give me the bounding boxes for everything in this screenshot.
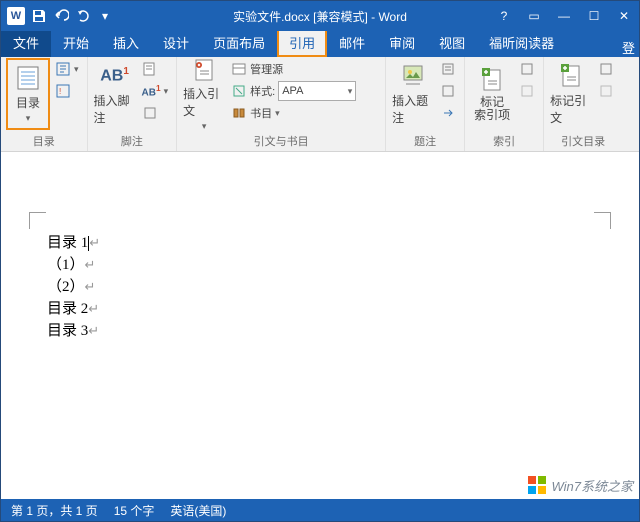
endnote-icon: [142, 61, 158, 77]
insert-index-button[interactable]: [517, 59, 537, 79]
tab-review[interactable]: 审阅: [377, 28, 427, 57]
tab-layout[interactable]: 页面布局: [201, 28, 277, 57]
ribbon: 目录 ▾ ▾ ! 目录 AB1 插入脚注 AB1▾: [1, 57, 639, 152]
manage-sources-button[interactable]: 管理源: [229, 59, 379, 79]
insert-footnote-button[interactable]: AB1 插入脚注: [94, 59, 136, 129]
group-citation-label: 引文与书目: [254, 131, 309, 151]
document-body[interactable]: 目录 1↵ （1）↵ （2）↵ 目录 2↵ 目录 3↵: [47, 232, 100, 342]
update-icon: !: [55, 83, 71, 99]
toc-button[interactable]: 目录 ▾: [7, 59, 49, 129]
insert-caption-button[interactable]: 插入题注: [392, 59, 434, 129]
status-words[interactable]: 15 个字: [114, 502, 155, 519]
mark-index-button[interactable]: 标记 索引项: [471, 59, 513, 129]
group-index-label: 索引: [493, 131, 515, 151]
tab-view[interactable]: 视图: [427, 28, 477, 57]
citation-style-select[interactable]: 样式: APA▾: [229, 81, 379, 101]
windows-logo-icon: [527, 475, 547, 495]
group-toa-label: 引文目录: [561, 131, 605, 151]
tab-foxit[interactable]: 福昕阅读器: [477, 28, 566, 57]
cross-reference-button[interactable]: [438, 103, 458, 123]
update-index-button[interactable]: [517, 81, 537, 101]
group-footnote-label: 脚注: [121, 131, 143, 151]
insert-toa-button[interactable]: [596, 59, 616, 79]
redo-icon[interactable]: [75, 8, 91, 24]
tab-login[interactable]: 登: [622, 38, 639, 57]
toc-label: 目录: [16, 94, 40, 111]
mark-citation-button[interactable]: 标记引文: [550, 59, 592, 129]
index-icon: [478, 66, 506, 94]
show-notes-button[interactable]: [140, 103, 171, 123]
index-label: 标记 索引项: [474, 96, 510, 122]
footnote-icon: AB1: [101, 62, 129, 90]
add-text-button[interactable]: ▾: [53, 59, 81, 79]
caption-label: 插入题注: [392, 92, 434, 126]
show-notes-icon: [142, 105, 158, 121]
caption-icon: [399, 62, 427, 90]
update-toa-button[interactable]: [596, 81, 616, 101]
style-icon: [231, 83, 247, 99]
insert-tof-button[interactable]: [438, 59, 458, 79]
word-icon: W: [7, 7, 25, 25]
status-page[interactable]: 第 1 页，共 1 页: [11, 502, 98, 519]
mark-citation-label: 标记引文: [550, 92, 592, 126]
ribbon-options-button[interactable]: ▭: [519, 1, 549, 31]
tab-file[interactable]: 文件: [1, 28, 51, 57]
citation-label: 插入引文: [183, 85, 225, 119]
update-toc-button[interactable]: !: [53, 81, 81, 101]
footnote-label: 插入脚注: [94, 92, 136, 126]
ribbon-tabs: 文件 开始 插入 设计 页面布局 引用 邮件 审阅 视图 福昕阅读器 登: [1, 31, 639, 57]
margin-corner-tr: [594, 212, 611, 229]
save-icon[interactable]: [31, 8, 47, 24]
svg-text:!: !: [59, 87, 61, 96]
mark-citation-icon: [557, 62, 585, 90]
minimize-button[interactable]: —: [549, 1, 579, 31]
insert-citation-button[interactable]: 插入引文 ▾: [183, 59, 225, 129]
group-toc-label: 目录: [33, 131, 55, 151]
manage-sources-icon: [231, 61, 247, 77]
title-bar: W ▾ 实验文件.docx [兼容模式] - Word ? ▭ — ☐ ✕: [1, 1, 639, 31]
tab-insert[interactable]: 插入: [101, 28, 151, 57]
toc-icon: [14, 64, 42, 92]
tab-design[interactable]: 设计: [151, 28, 201, 57]
bibliography-button[interactable]: 书目▾: [229, 103, 379, 123]
bibliography-icon: [231, 105, 247, 121]
update-table-button[interactable]: [438, 81, 458, 101]
add-text-icon: [55, 61, 71, 77]
close-button[interactable]: ✕: [609, 1, 639, 31]
document-area[interactable]: 目录 1↵ （1）↵ （2）↵ 目录 2↵ 目录 3↵ Win7系统之家: [1, 152, 639, 499]
dropdown-icon: ▾: [202, 121, 207, 132]
status-bar: 第 1 页，共 1 页 15 个字 英语(美国): [1, 499, 639, 521]
citation-icon: [190, 57, 218, 83]
maximize-button[interactable]: ☐: [579, 1, 609, 31]
undo-icon[interactable]: [53, 8, 69, 24]
help-button[interactable]: ?: [489, 1, 519, 31]
qat-more-icon[interactable]: ▾: [97, 8, 113, 24]
group-caption-label: 题注: [414, 131, 436, 151]
tab-home[interactable]: 开始: [51, 28, 101, 57]
tab-mail[interactable]: 邮件: [327, 28, 377, 57]
margin-corner-tl: [29, 212, 46, 229]
insert-endnote-button[interactable]: [140, 59, 171, 79]
status-lang[interactable]: 英语(美国): [170, 502, 226, 519]
tab-references[interactable]: 引用: [277, 28, 327, 57]
dropdown-icon: ▾: [26, 113, 31, 124]
next-footnote-button[interactable]: AB1▾: [140, 81, 171, 101]
watermark: Win7系统之家: [527, 475, 633, 495]
